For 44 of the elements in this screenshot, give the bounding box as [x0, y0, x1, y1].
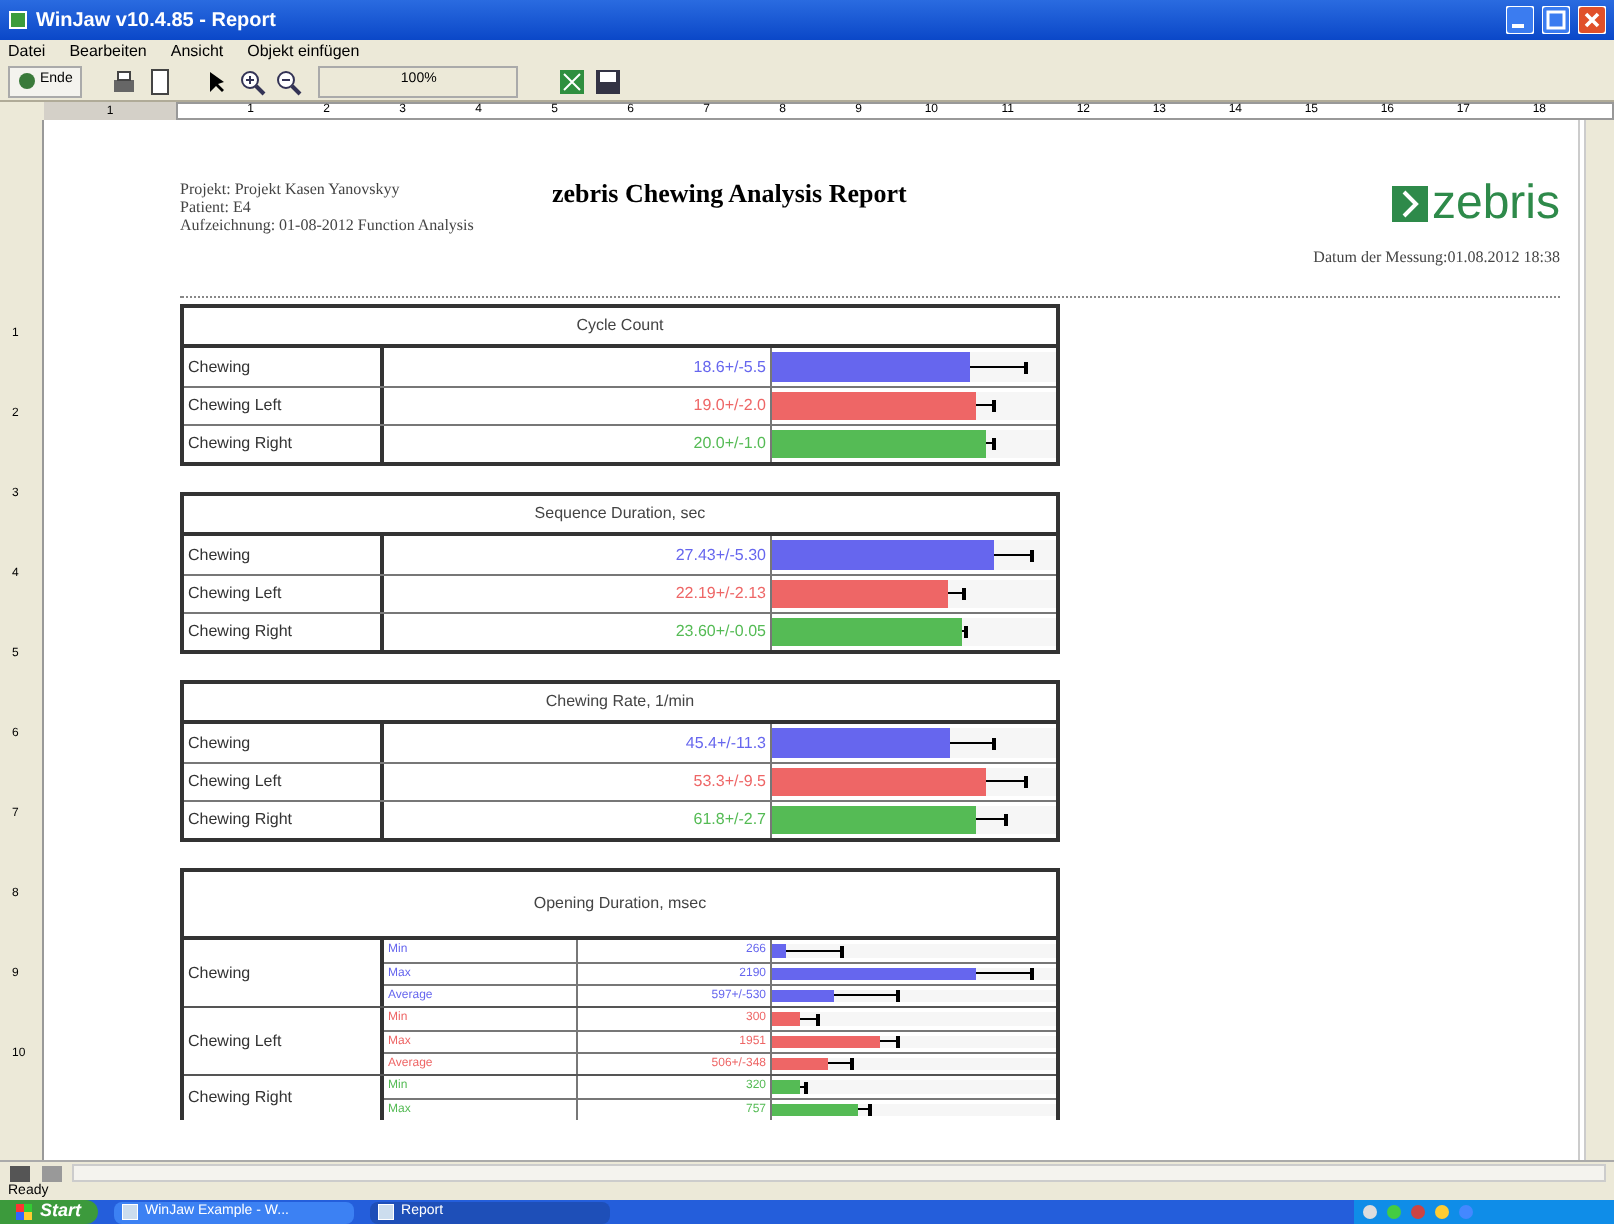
horizontal-scrollbar[interactable]	[72, 1164, 1606, 1182]
printer-icon[interactable]	[110, 67, 139, 95]
table-cell: Chewing	[184, 724, 384, 762]
report-info: Patient: E4	[180, 198, 253, 216]
zoom-in-icon[interactable]	[238, 67, 267, 95]
report-info: Projekt: Projekt Kasen Yanovskyy	[180, 180, 402, 198]
table-cell: Chewing Right	[184, 1076, 384, 1120]
app-icon	[8, 10, 28, 30]
table-heading: Sequence Duration, sec	[184, 496, 1056, 536]
table-cell: Chewing Right	[184, 426, 384, 462]
table-cell: Chewing	[184, 348, 384, 386]
save-icon[interactable]	[594, 67, 623, 95]
menu-item[interactable]: Bearbeiten	[69, 41, 147, 61]
measurement-date: Datum der Messung:01.08.2012 18:38	[1313, 248, 1560, 266]
logo-text: zebris	[1431, 180, 1560, 228]
report-title: zebris Chewing Analysis Report	[552, 180, 907, 208]
start-button[interactable]: Start	[0, 1200, 98, 1224]
table-cell: Chewing Right	[184, 802, 384, 838]
minimize-icon[interactable]	[1506, 6, 1534, 34]
maximize-icon[interactable]	[1542, 6, 1570, 34]
table-cell: Chewing Left	[184, 1008, 384, 1074]
table-cell: Chewing Left	[184, 388, 384, 424]
windows-flag-icon	[16, 1204, 32, 1220]
logo-icon	[1391, 186, 1428, 222]
export-icon[interactable]	[558, 67, 587, 95]
report-info: Aufzeichnung: 01-08-2012 Function Analysis	[180, 216, 476, 234]
page-view-icon[interactable]	[8, 1163, 32, 1183]
window-icon	[121, 1204, 138, 1220]
table-cell: Chewing	[184, 940, 384, 1006]
window-icon	[377, 1204, 394, 1220]
table-cell: Chewing	[184, 536, 384, 574]
table-heading: Opening Duration, msec	[184, 872, 1056, 940]
table-heading: Cycle Count	[184, 308, 1056, 348]
menu-item[interactable]: Ansicht	[170, 41, 224, 61]
close-icon[interactable]	[1578, 6, 1606, 34]
menu-item[interactable]: Objekt einfügen	[247, 41, 360, 61]
table-cell: Chewing Left	[184, 576, 384, 612]
table-heading: Chewing Rate, 1/min	[184, 684, 1056, 724]
zoom-out-icon[interactable]	[274, 67, 303, 95]
table-cell: Chewing Right	[184, 614, 384, 650]
page-preview-icon[interactable]	[146, 67, 175, 95]
table-cell: Chewing Left	[184, 764, 384, 800]
window-title: WinJaw v10.4.85 - Report	[36, 7, 278, 35]
menu-item[interactable]: Datei	[8, 41, 46, 61]
